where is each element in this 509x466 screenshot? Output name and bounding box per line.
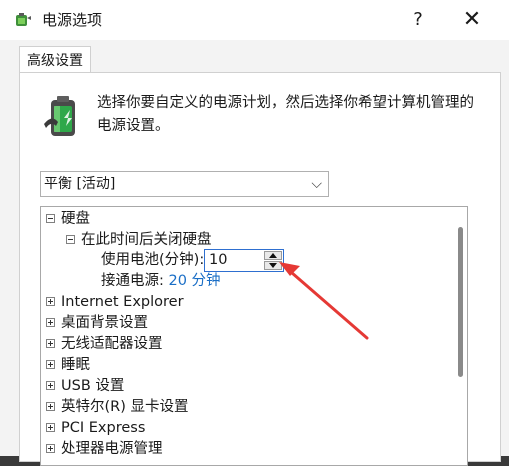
- power-plan-select[interactable]: 平衡 [活动] ⌵: [40, 171, 329, 197]
- close-button[interactable]: ✕: [452, 4, 492, 36]
- plugged-in-value-link[interactable]: 20 分钟: [169, 273, 221, 289]
- tree-node-label: 英特尔(R) 显卡设置: [61, 399, 189, 415]
- on-battery-value[interactable]: 10: [209, 250, 227, 271]
- spinner-up-button[interactable]: [264, 251, 282, 260]
- expand-icon[interactable]: [46, 443, 55, 453]
- tree-node-label: PCI Express: [61, 420, 146, 436]
- tree-node[interactable]: 英特尔(R) 显卡设置: [46, 397, 189, 418]
- tree-node-label: 处理器电源管理: [61, 441, 163, 457]
- tree-scrollbar[interactable]: [458, 227, 463, 377]
- help-button[interactable]: ?: [398, 4, 438, 36]
- expand-icon[interactable]: [46, 422, 55, 432]
- power-options-dialog: 电源选项 ? ✕ 高级设置 选择你要自定义的电源计划，然后选择你希望计算机管理的…: [0, 0, 509, 466]
- tree-node-label: 在此时间后关闭硬盘: [81, 232, 212, 248]
- tree-node[interactable]: 处理器电源管理: [46, 439, 163, 460]
- expand-icon[interactable]: [46, 401, 55, 411]
- battery-icon: [44, 96, 75, 136]
- tree-node-hard-disk[interactable]: 硬盘: [46, 209, 90, 230]
- expand-icon[interactable]: [46, 338, 55, 348]
- power-options-icon: [16, 13, 31, 26]
- tree-node[interactable]: Internet Explorer: [46, 292, 184, 313]
- tree-node-label: Internet Explorer: [61, 294, 184, 310]
- chevron-down-icon: ⌵: [311, 176, 322, 192]
- description-text: 选择你要自定义的电源计划，然后选择你希望计算机管理的电源设置。: [97, 95, 474, 134]
- power-plan-select-value: 平衡 [活动]: [44, 176, 116, 192]
- tree-node-turn-off-hard-disk[interactable]: 在此时间后关闭硬盘: [66, 230, 212, 251]
- plugged-in-row: 接通电源: 20 分钟: [101, 271, 221, 292]
- expand-icon[interactable]: [46, 359, 55, 369]
- plugged-in-label: 接通电源:: [101, 273, 164, 289]
- tree-node-label: USB 设置: [61, 378, 125, 394]
- tree-node[interactable]: USB 设置: [46, 376, 124, 397]
- tree-node-label: 硬盘: [61, 211, 90, 227]
- settings-tree[interactable]: 硬盘 在此时间后关闭硬盘 使用电池(分钟): 10 接通电源: 20 分钟 In…: [40, 206, 468, 466]
- collapse-icon[interactable]: [46, 213, 55, 223]
- tree-node-label: 无线适配器设置: [61, 336, 163, 352]
- tree-node[interactable]: PCI Express: [46, 418, 145, 439]
- tree-node[interactable]: 睡眠: [46, 355, 90, 376]
- on-battery-spinner[interactable]: 10: [204, 249, 284, 272]
- expand-icon[interactable]: [46, 296, 55, 306]
- tree-node-label: 睡眠: [61, 357, 90, 373]
- expand-icon[interactable]: [46, 317, 55, 327]
- title-bar: 电源选项 ? ✕: [0, 0, 509, 40]
- tree-node-label: 桌面背景设置: [61, 315, 148, 331]
- tab-strip: 高级设置: [0, 40, 509, 76]
- spinner-down-button[interactable]: [264, 261, 282, 270]
- expand-icon[interactable]: [46, 380, 55, 390]
- tree-node[interactable]: 无线适配器设置: [46, 334, 163, 355]
- collapse-icon[interactable]: [66, 234, 75, 244]
- on-battery-label: 使用电池(分钟):: [101, 252, 205, 268]
- window-title: 电源选项: [42, 11, 103, 29]
- tree-node[interactable]: 桌面背景设置: [46, 313, 148, 334]
